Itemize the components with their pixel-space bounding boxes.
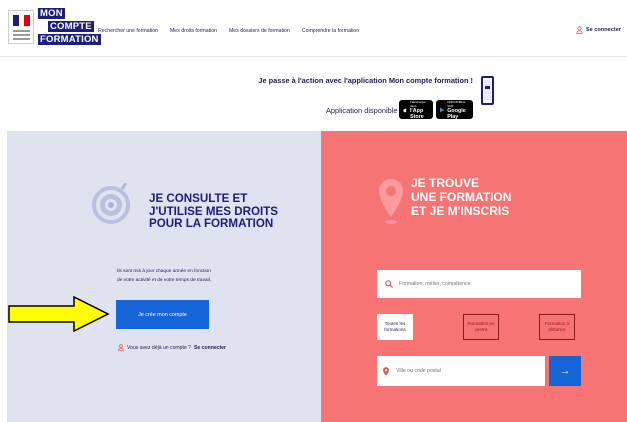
training-search-input[interactable] bbox=[399, 281, 569, 287]
left-title: JE CONSULTE ET J'UTILISE MES DROITS POUR… bbox=[149, 192, 319, 231]
user-icon bbox=[576, 26, 583, 34]
googleplay-big-text: Google Play bbox=[447, 107, 466, 120]
left-description: Ils sont mis à jour chaque année en fonc… bbox=[117, 267, 227, 285]
right-title-line-2: UNE FORMATION bbox=[411, 190, 512, 204]
already-account-row: Vous avez déjà un compte ? Se connecter bbox=[118, 344, 226, 351]
left-title-line-1: JE CONSULTE ET bbox=[149, 192, 248, 205]
city-input[interactable] bbox=[396, 368, 536, 374]
mode-all-line-2: formations bbox=[384, 327, 406, 332]
location-pin-icon bbox=[379, 179, 403, 224]
search-submit-button[interactable]: → bbox=[549, 356, 581, 386]
header-login-label: Se connecter bbox=[585, 27, 621, 33]
mode-all-trainings[interactable]: Toutes les formations bbox=[377, 314, 413, 340]
city-search-field[interactable] bbox=[377, 356, 545, 386]
appstore-small-text: Télécharger dans bbox=[410, 99, 427, 108]
app-banner-title: Je passe à l'action avec l'application M… bbox=[258, 76, 473, 85]
consult-rights-panel: JE CONSULTE ET J'UTILISE MES DROITS POUR… bbox=[7, 131, 321, 422]
french-flag-icon bbox=[13, 15, 31, 26]
nav-mes-dossiers-formation[interactable]: Mes dossiers de formation bbox=[229, 28, 290, 34]
right-title-line-3: ET JE M'INSCRIS bbox=[411, 204, 510, 218]
google-play-icon bbox=[440, 106, 445, 113]
mode-in-centre[interactable]: Formation en centre bbox=[463, 314, 499, 340]
brand-line-2: COMPTE bbox=[48, 21, 94, 32]
nav-mes-droits-formation[interactable]: Mes droits formation bbox=[170, 28, 217, 34]
create-account-button[interactable]: Je crée mon compte bbox=[116, 300, 209, 329]
user-icon bbox=[118, 344, 124, 351]
app-banner-subtitle: Application disponible sur bbox=[326, 106, 410, 115]
eye-icon bbox=[92, 183, 130, 224]
find-training-panel: JE TROUVE UNE FORMATION ET JE M'INSCRIS … bbox=[321, 131, 627, 422]
main-nav: Rechercher une formation Mes droits form… bbox=[98, 28, 359, 34]
location-icon bbox=[383, 366, 389, 376]
brand-line-1: MON bbox=[38, 8, 65, 19]
header-login-link[interactable]: Se connecter bbox=[576, 26, 621, 34]
already-account-text: Vous avez déjà un compte ? bbox=[127, 344, 191, 351]
brand-line-3: FORMATION bbox=[38, 34, 101, 45]
appstore-big-text: l'App Store bbox=[410, 107, 424, 120]
right-title: JE TROUVE UNE FORMATION ET JE M'INSCRIS bbox=[411, 176, 571, 218]
site-header: MON COMPTE FORMATION Rechercher une form… bbox=[0, 0, 627, 57]
left-desc-line-1: Ils sont mis à jour chaque année en fonc… bbox=[117, 269, 211, 274]
mode-remote-line-2: distance bbox=[548, 327, 566, 332]
search-icon bbox=[385, 280, 393, 288]
right-title-line-1: JE TROUVE bbox=[411, 176, 480, 190]
mode-centre-line-2: centre bbox=[474, 327, 488, 332]
left-desc-line-2: de votre activité et de votre temps de t… bbox=[117, 278, 212, 283]
apple-icon bbox=[403, 107, 407, 112]
yellow-arrow-annotation bbox=[8, 296, 110, 332]
googleplay-button[interactable]: DISPONIBLE SUR Google Play bbox=[436, 99, 473, 120]
training-search-field[interactable] bbox=[377, 270, 581, 298]
mon-compte-formation-logo[interactable]: MON COMPTE FORMATION bbox=[38, 8, 101, 48]
googleplay-small-text: DISPONIBLE SUR bbox=[447, 99, 466, 108]
appstore-button[interactable]: Télécharger dans l'App Store bbox=[399, 99, 433, 120]
mode-remote[interactable]: Formation à distance bbox=[539, 314, 575, 340]
republique-francaise-logo[interactable] bbox=[8, 10, 34, 44]
nav-rechercher-formation[interactable]: Rechercher une formation bbox=[98, 28, 158, 34]
left-title-line-3: POUR LA FORMATION bbox=[149, 217, 274, 230]
phone-illustration-icon bbox=[481, 76, 494, 105]
nav-comprendre-formation[interactable]: Comprendre la formation bbox=[302, 28, 359, 34]
app-banner: Je passe à l'action avec l'application M… bbox=[0, 58, 627, 130]
login-link[interactable]: Se connecter bbox=[194, 345, 226, 351]
